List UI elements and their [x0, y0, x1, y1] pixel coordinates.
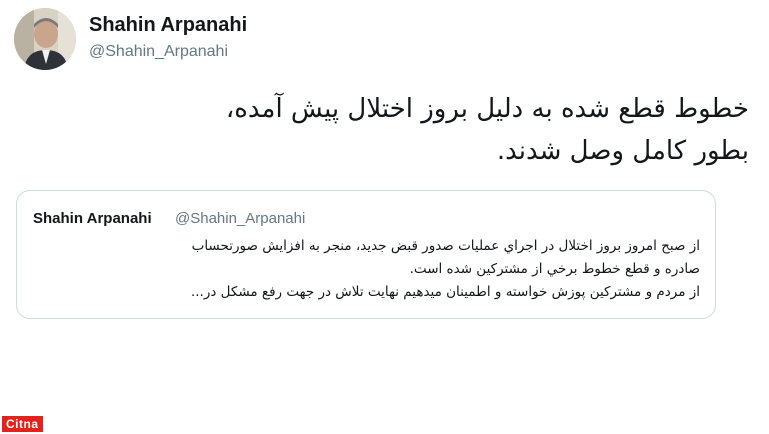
quoted-tweet-card[interactable]: Shahin Arpanahi @Shahin_Arpanahi از صبح …: [16, 190, 716, 319]
quoted-text-line: از صبح امروز بروز اختلال در اجراي عمليات…: [191, 238, 700, 254]
author-name[interactable]: Shahin Arpanahi: [89, 14, 247, 37]
quoted-author-name: Shahin Arpanahi: [33, 210, 152, 227]
tweet-text-line: بطور کامل وصل شدند.: [496, 136, 749, 166]
quoted-text-line: از مردم و مشتركين پوزش خواسته و اطمينان …: [190, 284, 700, 300]
tweet-text-line: خطوط قطع شده به دلیل بروز اختلال پیش آمد…: [225, 94, 749, 124]
citna-watermark-logo: Citna: [2, 416, 43, 432]
quoted-text-line: صادره و قطع خطوط برخي از مشتركين شده است…: [409, 261, 700, 277]
author-handle[interactable]: @Shahin_Arpanahi: [89, 43, 228, 61]
quoted-tweet-text: از صبح امروز بروز اختلال در اجراي عمليات…: [30, 235, 700, 304]
quoted-author-handle: @Shahin_Arpanahi: [175, 210, 306, 227]
profile-photo: [14, 8, 76, 70]
avatar[interactable]: [14, 8, 76, 70]
tweet-text: خطوط قطع شده به دلیل بروز اختلال پیش آمد…: [29, 88, 749, 172]
